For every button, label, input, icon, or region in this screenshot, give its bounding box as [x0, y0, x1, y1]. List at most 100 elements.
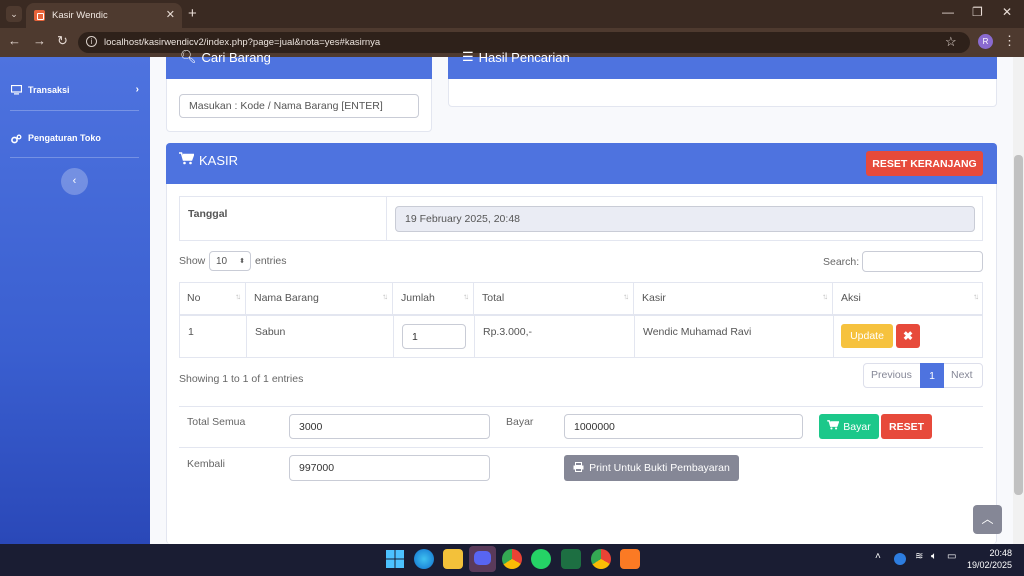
minimize-icon[interactable]: — — [942, 5, 954, 19]
edge-icon[interactable] — [414, 549, 434, 569]
excel-icon[interactable] — [561, 549, 581, 569]
cell-kasir: Wendic Muhamad Ravi — [643, 326, 752, 338]
shopping-cart-icon — [827, 420, 840, 433]
pagination-previous[interactable]: Previous — [871, 369, 912, 381]
delete-item-button[interactable]: ✖ — [896, 324, 920, 348]
jumlah-input[interactable]: 1 — [402, 324, 466, 349]
tanggal-field: 19 February 2025, 20:48 — [395, 206, 975, 232]
shopping-cart-icon — [179, 152, 195, 168]
column-header-total[interactable]: Total ↑↓ — [474, 282, 634, 314]
sidebar-item-pengaturan-toko[interactable]: Pengaturan Toko — [11, 133, 101, 143]
list-icon: ☰ — [462, 49, 474, 64]
search-icon: 🔍︎ — [180, 49, 197, 64]
column-header-aksi[interactable]: Aksi ↑↓ — [833, 282, 983, 314]
battery-icon[interactable]: ▭ — [947, 551, 956, 562]
window-close-icon[interactable]: ✕ — [1002, 5, 1012, 19]
volume-icon[interactable]: 🔈︎ — [931, 551, 937, 562]
wifi-icon[interactable]: ≋ — [915, 551, 923, 562]
print-button-label: Print Untuk Bukti Pembayaran — [589, 462, 730, 474]
column-header-jumlah[interactable]: Jumlah ↑↓ — [393, 282, 474, 314]
cari-barang-header: 🔍︎ Cari Barang — [166, 49, 432, 79]
windows-start-icon[interactable] — [386, 550, 404, 568]
tab-title: Kasir Wendic — [52, 10, 108, 21]
browser-menu-icon[interactable]: ⋮ — [1003, 33, 1016, 49]
restore-icon[interactable]: ❐ — [972, 5, 983, 19]
sort-icon: ↑↓ — [463, 292, 469, 301]
chrome-profile-icon[interactable] — [591, 549, 611, 569]
show-label: Show — [179, 255, 206, 267]
tab-search-icon[interactable]: ⌄ — [6, 6, 22, 22]
showing-entries-text: Showing 1 to 1 of 1 entries — [179, 373, 304, 385]
cell-no: 1 — [188, 326, 194, 338]
sidebar-divider — [10, 157, 139, 158]
column-header-no[interactable]: No ↑↓ — [179, 282, 246, 314]
chrome-icon[interactable] — [502, 549, 522, 569]
tray-chevron-icon[interactable]: ˄ — [875, 551, 881, 562]
column-header-kasir[interactable]: Kasir ↑↓ — [634, 282, 833, 314]
tray-app-icon[interactable] — [894, 553, 906, 565]
search-label: Search: — [823, 256, 860, 268]
table-cell-divider — [634, 316, 635, 358]
sort-icon: ↑↓ — [382, 292, 388, 301]
bookmark-star-icon[interactable]: ☆ — [945, 34, 957, 50]
column-header-label: No — [187, 292, 201, 304]
page-scrollbar-thumb[interactable] — [1014, 155, 1023, 495]
hasil-pencarian-header: ☰ Hasil Pencarian — [448, 49, 997, 79]
sidebar-toggle-button[interactable]: ‹ — [61, 168, 88, 195]
discord-app-highlight[interactable] — [469, 546, 496, 572]
column-header-label: Total — [482, 292, 505, 304]
pagination-next[interactable]: Next — [951, 369, 973, 381]
bayar-input[interactable]: 1000000 — [564, 414, 803, 439]
entries-select[interactable]: 10 ⬍ — [209, 251, 251, 271]
cari-barang-input[interactable]: Masukan : Kode / Nama Barang [ENTER] — [179, 94, 419, 118]
table-cell-divider — [393, 316, 394, 358]
file-explorer-icon[interactable] — [443, 549, 463, 569]
sidebar-item-label: Transaksi — [28, 84, 70, 95]
browser-tab[interactable]: Kasir Wendic ✕ — [26, 3, 182, 28]
site-info-icon[interactable]: i — [86, 36, 97, 47]
reset-keranjang-button[interactable]: RESET KERANJANG — [866, 151, 983, 176]
forward-icon[interactable]: → — [33, 33, 46, 48]
tanggal-divider — [386, 196, 387, 241]
sidebar-item-label: Pengaturan Toko — [28, 133, 101, 143]
table-cell-divider — [246, 316, 247, 358]
reset-button[interactable]: RESET — [881, 414, 932, 439]
discord-icon — [474, 551, 491, 565]
table-cell-divider — [833, 316, 834, 358]
taskbar-date[interactable]: 19/02/2025 — [965, 560, 1012, 570]
hasil-pencarian-title: Hasil Pencarian — [478, 49, 570, 65]
taskbar-time[interactable]: 20:48 — [985, 548, 1012, 558]
kembali-label: Kembali — [187, 458, 225, 470]
column-header-label: Nama Barang — [254, 292, 319, 304]
new-tab-icon[interactable]: + — [188, 5, 197, 22]
monitor-icon — [10, 84, 23, 95]
sort-icon: ↑↓ — [822, 292, 828, 301]
sidebar-divider — [10, 110, 139, 111]
column-header-label: Aksi — [841, 292, 861, 304]
cari-barang-title: Cari Barang — [201, 49, 271, 65]
payment-divider-mid — [179, 447, 983, 448]
tab-close-icon[interactable]: ✕ — [166, 8, 175, 21]
print-button[interactable]: Print Untuk Bukti Pembayaran — [564, 455, 739, 481]
update-button[interactable]: Update — [841, 324, 893, 348]
payment-divider-top — [179, 406, 983, 407]
xampp-icon[interactable] — [620, 549, 640, 569]
cell-total: Rp.3.000,- — [483, 326, 533, 338]
bayar-button[interactable]: Bayar — [819, 414, 879, 439]
sidebar — [0, 57, 150, 544]
back-icon[interactable]: ← — [8, 33, 21, 48]
total-semua-label: Total Semua — [187, 416, 246, 428]
entries-label: entries — [255, 255, 287, 267]
scroll-to-top-button[interactable]: ︿ — [973, 505, 1002, 534]
column-header-label: Jumlah — [401, 292, 435, 304]
profile-avatar[interactable]: R — [978, 34, 993, 49]
column-header-nama-barang[interactable]: Nama Barang ↑↓ — [246, 282, 393, 314]
cogs-icon — [11, 134, 22, 143]
table-search-input[interactable] — [862, 251, 983, 272]
reload-icon[interactable]: ↻ — [57, 33, 68, 49]
sidebar-item-transaksi[interactable]: Transaksi › — [10, 84, 139, 95]
chevron-right-icon: › — [135, 84, 139, 95]
pagination-page-1[interactable]: 1 — [920, 363, 944, 388]
whatsapp-icon[interactable] — [531, 549, 551, 569]
total-semua-field: 3000 — [289, 414, 490, 439]
